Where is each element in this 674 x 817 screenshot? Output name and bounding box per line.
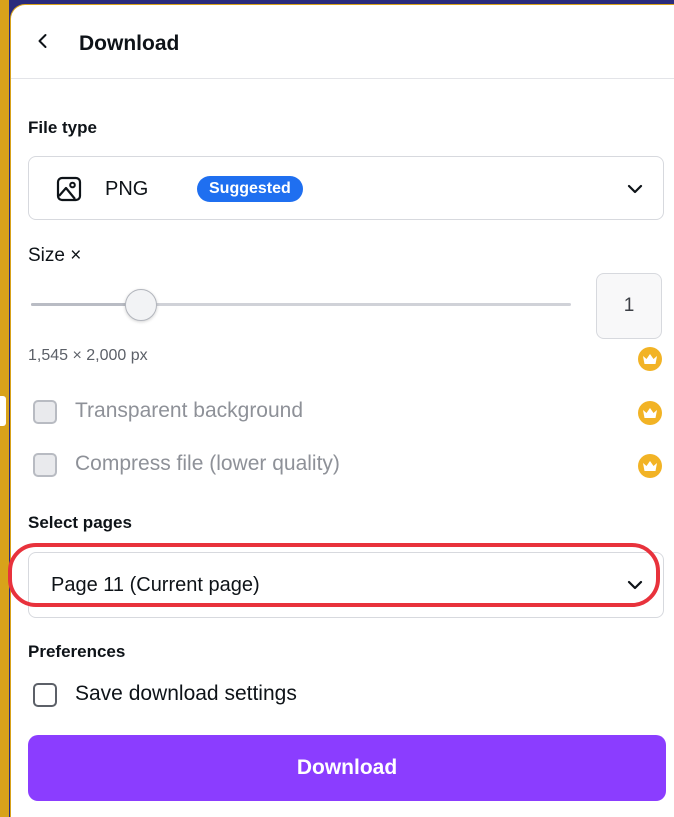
download-panel: Download File type PNG Suggested Size × … <box>11 5 674 817</box>
select-pages-label: Select pages <box>28 513 132 532</box>
size-scale-input[interactable]: 1 <box>596 273 662 339</box>
crown-icon <box>638 401 662 425</box>
crown-icon <box>638 347 662 371</box>
save-download-settings-checkbox[interactable] <box>33 683 57 707</box>
chevron-down-icon <box>625 575 645 595</box>
size-slider-fill <box>31 303 139 306</box>
transparent-background-checkbox[interactable] <box>33 400 57 424</box>
save-download-settings-label: Save download settings <box>75 682 297 705</box>
select-pages-dropdown[interactable]: Page 11 (Current page) <box>28 552 664 618</box>
panel-header: Download <box>11 5 674 79</box>
file-type-select[interactable]: PNG Suggested <box>28 156 664 220</box>
suggested-badge: Suggested <box>197 176 303 202</box>
compress-file-checkbox[interactable] <box>33 453 57 477</box>
dimensions-text: 1,545 × 2,000 px <box>28 347 148 364</box>
chevron-left-icon[interactable] <box>33 31 53 51</box>
select-pages-value: Page 11 (Current page) <box>51 574 260 596</box>
chevron-down-icon <box>625 179 645 199</box>
panel-title: Download <box>79 32 180 55</box>
crown-icon <box>638 454 662 478</box>
download-button[interactable]: Download <box>28 735 666 801</box>
size-slider-thumb[interactable] <box>125 289 157 321</box>
side-handle <box>0 396 6 426</box>
transparent-background-label: Transparent background <box>75 399 304 422</box>
file-type-label: File type <box>28 118 97 137</box>
size-label: Size × <box>28 245 82 266</box>
compress-file-label: Compress file (lower quality) <box>75 452 340 475</box>
image-icon <box>55 175 83 203</box>
size-slider-track[interactable] <box>31 303 571 306</box>
preferences-label: Preferences <box>28 642 126 661</box>
file-type-value: PNG <box>105 178 149 200</box>
